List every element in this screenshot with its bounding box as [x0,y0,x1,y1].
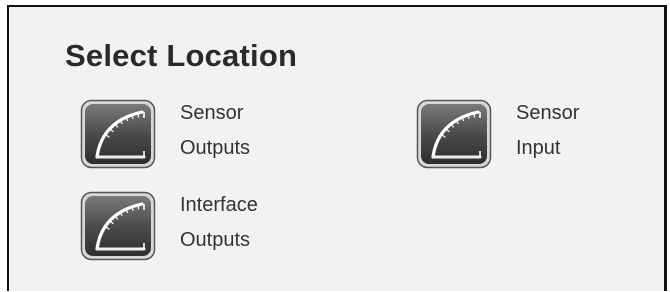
option-label: Sensor Outputs [180,96,250,166]
option-label-line1: Interface [180,194,258,216]
option-sensor-input[interactable]: Sensor Input [416,99,636,173]
option-label: Interface Outputs [180,188,258,258]
option-label-line1: Sensor [516,102,580,124]
option-label-line2: Outputs [180,229,251,251]
option-label: Sensor Input [516,96,579,166]
option-label-line1: Sensor [180,102,244,124]
option-sensor-outputs[interactable]: Sensor Outputs [80,99,300,173]
gauge-icon [416,99,492,169]
gauge-icon [80,191,156,261]
dialog-title: Select Location [65,38,298,73]
option-interface-outputs[interactable]: Interface Outputs [80,191,300,265]
option-label-line2: Input [516,137,561,159]
gauge-icon [80,99,156,169]
option-label-line2: Outputs [180,137,251,159]
